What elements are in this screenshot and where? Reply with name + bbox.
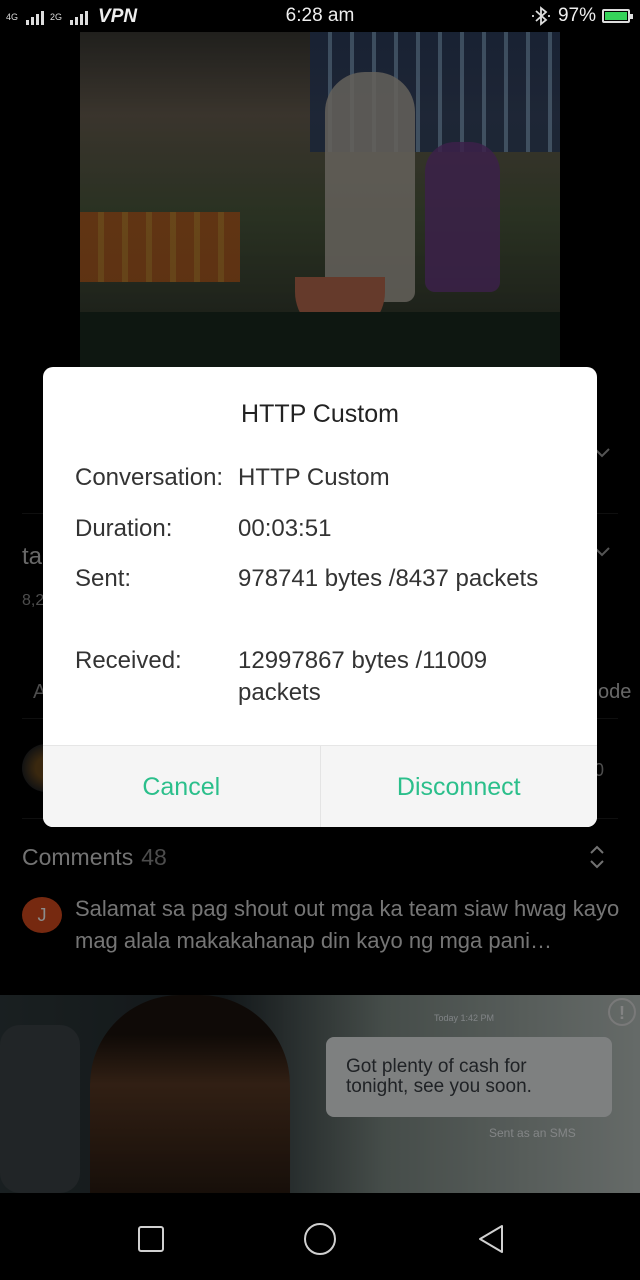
conversation-value: HTTP Custom [238, 464, 390, 491]
duration-label: Duration: [75, 515, 173, 542]
connection-dialog: HTTP Custom Conversation: HTTP Custom Du… [43, 367, 597, 827]
duration-value: 00:03:51 [238, 515, 332, 542]
recents-button[interactable] [131, 1219, 171, 1259]
disconnect-button[interactable]: Disconnect [321, 746, 598, 827]
recents-icon [138, 1226, 164, 1252]
dialog-actions: Cancel Disconnect [43, 745, 597, 827]
received-label: Received: [75, 647, 182, 674]
sent-label: Sent: [75, 565, 132, 592]
navigation-bar [0, 1195, 640, 1280]
battery-icon [602, 9, 633, 23]
received-value: 12997867 bytes /11009 packets [238, 647, 488, 706]
sent-value: 978741 bytes /8437 packets [238, 565, 539, 592]
home-button[interactable] [300, 1219, 340, 1259]
back-button[interactable] [471, 1219, 511, 1259]
bluetooth-icon [531, 6, 550, 26]
cancel-button[interactable]: Cancel [43, 746, 320, 827]
dialog-title: HTTP Custom [241, 400, 399, 428]
status-bar: 4G 2G VPN 6:28 am 97% [0, 0, 640, 32]
back-icon [479, 1225, 503, 1253]
conversation-label: Conversation: [75, 464, 224, 491]
battery-percent: 97% [557, 5, 596, 26]
home-icon [304, 1223, 336, 1255]
